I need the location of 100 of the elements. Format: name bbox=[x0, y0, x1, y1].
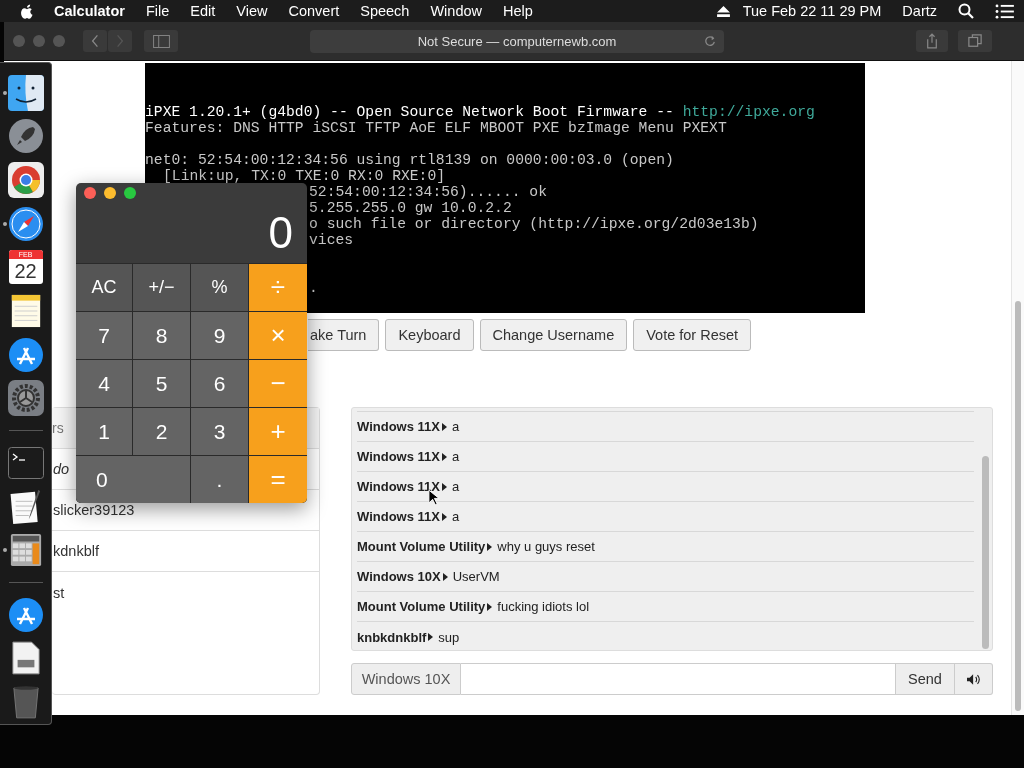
document-icon[interactable] bbox=[11, 640, 40, 677]
caret-icon bbox=[441, 512, 447, 521]
chat-username: Windows 11X bbox=[357, 449, 440, 464]
chat-message: a bbox=[451, 479, 460, 494]
list-icon[interactable] bbox=[995, 3, 1014, 19]
console-line: [Link:up, TX:0 TXE:0 RX:0 RXE:0] bbox=[162, 168, 447, 184]
calculator-key[interactable]: 0 bbox=[76, 456, 190, 503]
calculator-key[interactable]: 1 bbox=[76, 408, 132, 455]
trash-icon[interactable] bbox=[11, 684, 40, 721]
console-line: net0: 52:54:00:12:34:56 using rtl8139 on 0000:00:03.0 (open) bbox=[145, 152, 675, 168]
console-line: o such file or directory (http://ipxe.org/2d03e13b) bbox=[309, 216, 760, 232]
calculator-key[interactable]: 6 bbox=[191, 360, 248, 407]
chat-username: knbkdnkblf bbox=[357, 629, 427, 645]
paper-and-pen-icon[interactable] bbox=[8, 488, 43, 525]
vm-button[interactable]: Keyboard bbox=[385, 319, 474, 351]
calculator-key[interactable]: 9 bbox=[191, 312, 248, 359]
chat-username: Windows 11X bbox=[357, 479, 440, 494]
zoom-button[interactable] bbox=[124, 187, 136, 199]
letter-a-icon[interactable] bbox=[7, 336, 44, 373]
chat-username: Windows 10X bbox=[357, 569, 441, 584]
calculator-display: 0 bbox=[267, 207, 294, 259]
console-line: vices bbox=[309, 232, 355, 248]
chat-message: UserVM bbox=[452, 569, 500, 584]
console-line: 52:54:00:12:34:56)...... ok bbox=[309, 184, 548, 200]
calculator-key[interactable]: 2 bbox=[133, 408, 190, 455]
caret-icon bbox=[441, 422, 447, 431]
caret-icon bbox=[442, 572, 448, 581]
back-button[interactable] bbox=[83, 30, 107, 52]
chat-message: fucking idiots lol bbox=[497, 599, 590, 614]
letter-a-icon[interactable] bbox=[7, 596, 44, 633]
chat-username: Windows 11X bbox=[357, 509, 440, 524]
send-button[interactable]: Send bbox=[896, 663, 955, 695]
chat-username: Mount Volume Utility bbox=[357, 539, 486, 554]
chat-input[interactable] bbox=[461, 663, 896, 695]
vm-button[interactable]: Change Username bbox=[479, 319, 628, 351]
username-label: Windows 10X bbox=[351, 663, 461, 695]
user-menu[interactable]: Dartz bbox=[902, 3, 937, 19]
share-icon bbox=[926, 33, 938, 49]
user-name[interactable]: kdnkblf bbox=[53, 543, 99, 559]
calculator-key[interactable]: 3 bbox=[191, 408, 248, 455]
calculator-key[interactable]: 5 bbox=[133, 360, 190, 407]
console-line: . bbox=[309, 280, 319, 296]
console-link[interactable]: http://ipxe.org bbox=[682, 104, 815, 120]
console-line: Features: DNS HTTP iSCSI TFTP AoE ELF MBOOT PXE bzImage Menu PXEXT bbox=[145, 120, 728, 136]
clock[interactable]: Tue Feb 22 11 29 PM bbox=[742, 3, 882, 19]
minimize-button[interactable] bbox=[104, 187, 116, 199]
vm-button[interactable]: ake Turn bbox=[308, 319, 380, 351]
caret-icon bbox=[428, 633, 434, 641]
user-name[interactable]: do bbox=[53, 461, 70, 477]
calculator-key[interactable]: . bbox=[191, 456, 248, 503]
caret-icon bbox=[441, 452, 447, 461]
caret-icon bbox=[487, 602, 493, 611]
gear-icon[interactable] bbox=[7, 380, 44, 417]
chat-message: sup bbox=[438, 629, 460, 645]
chat-message: why u guys reset bbox=[497, 539, 595, 554]
menu-item[interactable]: Convert bbox=[288, 3, 340, 19]
user-name[interactable]: slicker39123 bbox=[53, 502, 135, 518]
console-line: 5.255.255.0 gw 10.0.2.2 bbox=[309, 200, 513, 216]
chat-username: Windows 11X bbox=[357, 419, 440, 434]
menu-item[interactable]: Window bbox=[430, 3, 482, 19]
compass-icon[interactable] bbox=[7, 205, 44, 242]
app-menu[interactable]: Calculator bbox=[54, 3, 125, 19]
speaker-icon bbox=[966, 673, 981, 685]
user-name[interactable]: st bbox=[53, 584, 65, 601]
calculator-key[interactable]: 4 bbox=[76, 360, 132, 407]
menu-item[interactable]: Speech bbox=[360, 3, 410, 19]
terminal-icon[interactable] bbox=[7, 446, 44, 479]
calculator-key[interactable]: % bbox=[191, 264, 248, 311]
address-bar[interactable]: Not Secure — computernewb.com bbox=[310, 29, 724, 53]
round-logo-icon[interactable] bbox=[7, 162, 44, 199]
chat-message: a bbox=[451, 419, 460, 434]
chat-username: Mount Volume Utility bbox=[357, 599, 486, 614]
search-icon[interactable] bbox=[958, 3, 974, 19]
rocket-icon[interactable] bbox=[7, 118, 44, 155]
close-button[interactable] bbox=[84, 187, 96, 199]
calculator-key[interactable]: 8 bbox=[133, 312, 190, 359]
menu-item[interactable]: Help bbox=[503, 3, 533, 19]
chat-message: a bbox=[451, 509, 460, 524]
tabs-button[interactable] bbox=[958, 30, 992, 52]
calculator-key[interactable]: +/− bbox=[133, 264, 190, 311]
menu-item[interactable]: File bbox=[145, 3, 170, 19]
smiling-face-icon[interactable] bbox=[7, 74, 44, 111]
menu-item[interactable]: Edit bbox=[190, 3, 216, 19]
caret-icon bbox=[487, 542, 493, 551]
vm-button[interactable]: Vote for Reset bbox=[633, 319, 752, 351]
mouse-pointer-icon bbox=[428, 489, 439, 506]
tabs-icon bbox=[968, 34, 982, 48]
page-scrollbar[interactable] bbox=[1011, 61, 1024, 715]
reload-icon[interactable] bbox=[704, 34, 716, 47]
calculator-icon[interactable] bbox=[8, 532, 43, 569]
share-button[interactable] bbox=[916, 30, 948, 52]
sidebar-button[interactable] bbox=[144, 30, 178, 52]
chevron-left-icon bbox=[91, 34, 99, 48]
chat-message: a bbox=[451, 449, 460, 464]
calculator-key[interactable]: 7 bbox=[76, 312, 132, 359]
chevron-right-icon bbox=[116, 34, 124, 48]
menu-item[interactable]: View bbox=[236, 3, 268, 19]
calculator-key[interactable]: AC bbox=[76, 264, 132, 311]
eject-icon[interactable] bbox=[716, 5, 730, 17]
speaker-button[interactable] bbox=[955, 663, 993, 695]
